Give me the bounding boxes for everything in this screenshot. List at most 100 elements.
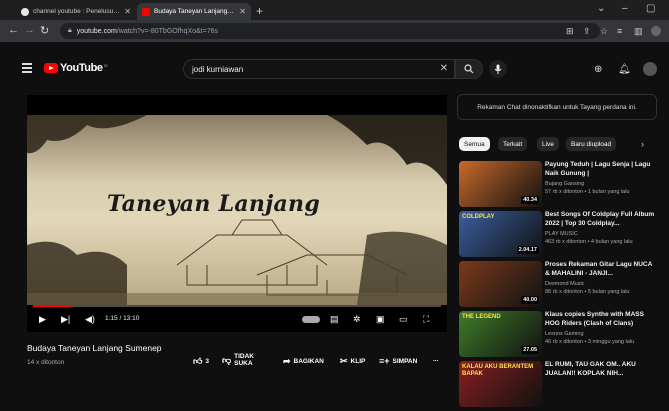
duration-badge: 40.00: [521, 296, 539, 304]
browser-tab-search[interactable]: channel youtube : Penelusuran G ✕: [16, 3, 136, 20]
maximize-button[interactable]: ▢: [646, 3, 655, 14]
playlist-icon[interactable]: ≡: [617, 26, 622, 36]
back-arrow-icon[interactable]: ←: [8, 24, 19, 36]
bell-icon[interactable]: 🔔︎: [618, 64, 631, 75]
save-button[interactable]: ≡+ SIMPAN: [379, 356, 417, 366]
autoplay-toggle[interactable]: [302, 316, 320, 323]
mic-button[interactable]: [489, 60, 507, 78]
thumbnail-text: COLDPLAY: [462, 214, 495, 220]
volume-icon[interactable]: ◀): [85, 314, 95, 325]
play-icon[interactable]: ▶: [39, 314, 46, 325]
channel-name[interactable]: Lesnos Gaming: [545, 331, 584, 337]
player-controls: ▶ ▶| ◀) 1:15 / 13:10 ▤ ✲ ▣ ▭ ⛶: [27, 305, 447, 332]
google-icon: [21, 7, 29, 16]
chip-baru-diupload[interactable]: Baru diupload: [566, 137, 617, 151]
chat-replay-notice: Rekaman Chat dinonaktifkan untuk Tayang …: [457, 94, 657, 120]
channel-name[interactable]: PLAY MUSIC: [545, 231, 578, 237]
dislike-button[interactable]: 👎︎ TIDAK SUKA: [222, 353, 258, 367]
search-button[interactable]: [455, 59, 483, 79]
channel-name[interactable]: Desmond Music: [545, 281, 584, 287]
video-thumbnail[interactable]: KALAU AKU BERANTEM BAPAK: [459, 361, 542, 407]
recommended-title[interactable]: EL RUMI, TAU GAK OM.. AKU JUALAN!! KOPLA…: [545, 361, 657, 378]
share-button[interactable]: ➦ BAGIKAN: [283, 356, 324, 367]
logo-text: YouTube: [60, 62, 103, 74]
more-actions-button[interactable]: ...: [433, 356, 438, 363]
chip-semua[interactable]: Semua: [459, 137, 490, 151]
save-label: SIMPAN: [392, 357, 418, 365]
next-icon[interactable]: ▶|: [61, 314, 70, 325]
miniplayer-icon[interactable]: ▣: [376, 314, 385, 325]
thumbs-down-icon: 👎︎: [222, 354, 232, 365]
youtube-header: YouTube ID jodi kurniawan ✕ ⊕ 🔔︎: [0, 53, 669, 85]
scissors-icon: ✂: [340, 356, 348, 366]
search-icon: [464, 64, 474, 74]
recommended-title[interactable]: Klaus copies Synthe with MASS HOG Riders…: [545, 311, 657, 328]
share-label: BAGIKAN: [293, 358, 324, 365]
view-count: 14 x ditonton: [27, 359, 65, 366]
recommended-video[interactable]: KALAU AKU BERANTEM BAPAK EL RUMI, TAU GAK…: [459, 361, 659, 411]
lock-icon: 🔒︎: [68, 27, 72, 34]
spacer: [0, 42, 669, 53]
chat-notice-text: Rekaman Chat dinonaktifkan untuk Tayang …: [477, 103, 637, 111]
video-player[interactable]: Taneyan Lanjang ▶ ▶| ◀) 1:15 / 13:10 ▤ ✲…: [27, 95, 447, 332]
tab-label: channel youtube : Penelusuran G: [33, 8, 121, 15]
recommended-video[interactable]: COLDPLAY 2.04.17 Best Songs Of Coldplay Fu…: [459, 211, 659, 261]
video-thumbnail[interactable]: 40.34: [459, 161, 542, 207]
video-thumbnail[interactable]: 40.00: [459, 261, 542, 307]
new-tab-button[interactable]: +: [256, 4, 263, 18]
close-icon[interactable]: ✕: [124, 7, 131, 16]
thumbs-up-icon: 👍︎: [193, 356, 203, 366]
share-arrow-icon: ➦: [283, 356, 291, 366]
chevron-right-icon[interactable]: ›: [641, 139, 644, 149]
progress-bar[interactable]: [33, 305, 441, 307]
subtitles-icon[interactable]: ▤: [330, 314, 339, 325]
channel-name[interactable]: Bujang Gansing: [545, 181, 584, 187]
recommended-title[interactable]: Proses Rekaman Gitar Lagu NUCA & MAHALIN…: [545, 261, 657, 278]
tab-search-icon[interactable]: ⌄: [597, 3, 605, 14]
address-bar[interactable]: 🔒︎ youtube.com/watch?v=-80TbGOfhqXo&t=76…: [60, 23, 600, 39]
recommended-video[interactable]: 40.34 Payung Teduh | Lagu Senja | Lagu Na…: [459, 161, 659, 211]
recommended-video[interactable]: THE LEGEND 27.05 Klaus copies Synthe with …: [459, 311, 659, 361]
star-icon[interactable]: ☆: [600, 26, 608, 37]
fullscreen-icon[interactable]: ⛶: [423, 314, 429, 325]
clear-icon[interactable]: ✕: [440, 63, 448, 74]
avatar[interactable]: [643, 62, 657, 76]
sidepanel-icon[interactable]: ▥: [634, 26, 643, 37]
theater-mode-icon[interactable]: ▭: [399, 314, 408, 325]
youtube-logo[interactable]: YouTube ID: [44, 62, 108, 74]
recommended-video[interactable]: 40.00 Proses Rekaman Gitar Lagu NUCA & MA…: [459, 261, 659, 311]
settings-icon[interactable]: ✲: [353, 314, 361, 325]
chip-terkait[interactable]: Terkait: [498, 137, 528, 151]
progress-fill: [33, 305, 72, 307]
share-icon[interactable]: ⇪: [583, 26, 591, 37]
recommended-title[interactable]: Best Songs Of Coldplay Full Album 2022 |…: [545, 211, 657, 228]
recommended-title[interactable]: Payung Teduh | Lagu Senja | Lagu Naik Gu…: [545, 161, 657, 178]
chip-live[interactable]: Live: [537, 137, 559, 151]
create-video-icon[interactable]: ⊕: [594, 64, 602, 75]
profile-icon[interactable]: [651, 26, 661, 36]
clip-button[interactable]: ✂ KLIP: [340, 356, 365, 367]
close-icon[interactable]: ✕: [239, 7, 246, 16]
search-input[interactable]: jodi kurniawan ✕: [183, 59, 455, 79]
video-meta: 88 rb x ditonton • 5 bulan yang lalu: [545, 289, 630, 295]
minimize-button[interactable]: –: [622, 3, 628, 14]
forward-arrow-icon[interactable]: →: [24, 24, 35, 36]
menu-icon[interactable]: [22, 63, 32, 75]
browser-toolbar: ← → ↻ 🔒︎ youtube.com/watch?v=-80TbGOfhqX…: [0, 20, 669, 42]
like-button[interactable]: 👍︎ 3: [193, 356, 209, 367]
time-display: 1:15 / 13:10: [105, 315, 140, 322]
browser-tab-bar: channel youtube : Penelusuran G ✕ Budaya…: [0, 0, 669, 20]
duration-badge: 27.05: [521, 346, 539, 354]
video-frame[interactable]: Taneyan Lanjang: [27, 115, 447, 305]
reload-icon[interactable]: ↻: [40, 24, 49, 37]
video-meta: 57 rb x ditonton • 1 bulan yang lalu: [545, 189, 630, 195]
duration-badge: 40.34: [521, 196, 539, 204]
video-overlay-title: Taneyan Lanjang: [107, 191, 321, 217]
video-thumbnail[interactable]: THE LEGEND 27.05: [459, 311, 542, 357]
thumbnail-text: THE LEGEND: [462, 314, 501, 320]
browser-tab-youtube[interactable]: Budaya Taneyan Lanjang Su ✕: [137, 3, 251, 20]
install-icon[interactable]: ⊞: [566, 26, 574, 37]
thumbnail-text: KALAU AKU BERANTEM BAPAK: [462, 364, 534, 377]
like-count: 3: [205, 358, 210, 365]
video-thumbnail[interactable]: COLDPLAY 2.04.17: [459, 211, 542, 257]
